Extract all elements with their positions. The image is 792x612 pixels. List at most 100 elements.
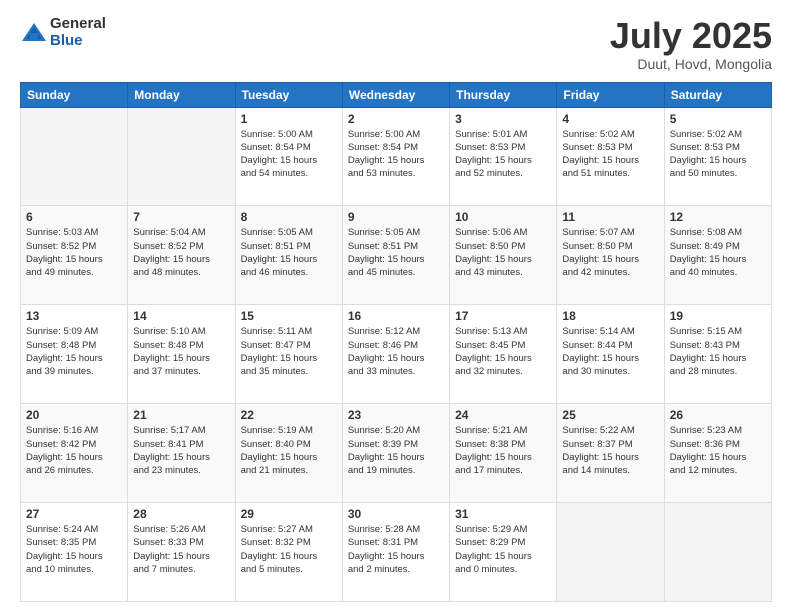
calendar-cell-w4-d3: 23 Sunrise: 5:20 AM Sunset: 8:39 PM Dayli… [342, 404, 449, 503]
calendar-header-row: Sunday Monday Tuesday Wednesday Thursday… [21, 82, 772, 107]
day-info: Sunrise: 5:29 AM Sunset: 8:29 PM Dayligh… [455, 523, 551, 576]
day-number: 2 [348, 112, 444, 126]
calendar-cell-w2-d4: 10 Sunrise: 5:06 AM Sunset: 8:50 PM Dayli… [450, 206, 557, 305]
calendar-cell-w3-d2: 15 Sunrise: 5:11 AM Sunset: 8:47 PM Dayli… [235, 305, 342, 404]
calendar-table: Sunday Monday Tuesday Wednesday Thursday… [20, 82, 772, 602]
day-number: 16 [348, 309, 444, 323]
col-saturday: Saturday [664, 82, 771, 107]
day-info: Sunrise: 5:08 AM Sunset: 8:49 PM Dayligh… [670, 226, 766, 279]
day-info: Sunrise: 5:04 AM Sunset: 8:52 PM Dayligh… [133, 226, 229, 279]
day-number: 20 [26, 408, 122, 422]
calendar-week-5: 27 Sunrise: 5:24 AM Sunset: 8:35 PM Dayli… [21, 503, 772, 602]
day-number: 27 [26, 507, 122, 521]
calendar-cell-w4-d4: 24 Sunrise: 5:21 AM Sunset: 8:38 PM Dayli… [450, 404, 557, 503]
calendar-cell-w3-d4: 17Sunrise: 5:13 AM Sunset: 8:45 PM Dayli… [450, 305, 557, 404]
day-info: Sunrise: 5:15 AM Sunset: 8:43 PM Dayligh… [670, 325, 766, 378]
day-number: 31 [455, 507, 551, 521]
calendar-week-1: 1 Sunrise: 5:00 AM Sunset: 8:54 PM Daylig… [21, 107, 772, 206]
day-number: 21 [133, 408, 229, 422]
day-info: Sunrise: 5:12 AM Sunset: 8:46 PM Dayligh… [348, 325, 444, 378]
day-info: Sunrise: 5:01 AM Sunset: 8:53 PM Dayligh… [455, 128, 551, 181]
day-info: Sunrise: 5:10 AM Sunset: 8:48 PM Dayligh… [133, 325, 229, 378]
day-info: Sunrise: 5:28 AM Sunset: 8:31 PM Dayligh… [348, 523, 444, 576]
day-number: 25 [562, 408, 658, 422]
col-sunday: Sunday [21, 82, 128, 107]
day-info: Sunrise: 5:06 AM Sunset: 8:50 PM Dayligh… [455, 226, 551, 279]
day-info: Sunrise: 5:11 AM Sunset: 8:47 PM Dayligh… [241, 325, 337, 378]
month-year-title: July 2025 [610, 16, 772, 56]
day-info: Sunrise: 5:00 AM Sunset: 8:54 PM Dayligh… [348, 128, 444, 181]
calendar-cell-w4-d1: 21 Sunrise: 5:17 AM Sunset: 8:41 PM Dayli… [128, 404, 235, 503]
day-info: Sunrise: 5:05 AM Sunset: 8:51 PM Dayligh… [241, 226, 337, 279]
day-number: 6 [26, 210, 122, 224]
day-info: Sunrise: 5:24 AM Sunset: 8:35 PM Dayligh… [26, 523, 122, 576]
day-number: 22 [241, 408, 337, 422]
day-info: Sunrise: 5:21 AM Sunset: 8:38 PM Dayligh… [455, 424, 551, 477]
calendar-cell-w5-d2: 29Sunrise: 5:27 AM Sunset: 8:32 PM Dayli… [235, 503, 342, 602]
day-info: Sunrise: 5:17 AM Sunset: 8:41 PM Dayligh… [133, 424, 229, 477]
day-info: Sunrise: 5:03 AM Sunset: 8:52 PM Dayligh… [26, 226, 122, 279]
day-number: 4 [562, 112, 658, 126]
day-number: 3 [455, 112, 551, 126]
calendar-week-2: 6 Sunrise: 5:03 AM Sunset: 8:52 PM Daylig… [21, 206, 772, 305]
day-number: 14 [133, 309, 229, 323]
logo-icon [20, 19, 48, 47]
calendar-cell-w1-d5: 4 Sunrise: 5:02 AM Sunset: 8:53 PM Daylig… [557, 107, 664, 206]
calendar-cell-w4-d2: 22 Sunrise: 5:19 AM Sunset: 8:40 PM Dayli… [235, 404, 342, 503]
logo-general-text: General [50, 16, 106, 33]
calendar-cell-w3-d3: 16 Sunrise: 5:12 AM Sunset: 8:46 PM Dayli… [342, 305, 449, 404]
day-info: Sunrise: 5:19 AM Sunset: 8:40 PM Dayligh… [241, 424, 337, 477]
calendar-cell-w3-d5: 18Sunrise: 5:14 AM Sunset: 8:44 PM Dayli… [557, 305, 664, 404]
logo: General Blue [20, 16, 106, 49]
calendar-cell-w2-d0: 6 Sunrise: 5:03 AM Sunset: 8:52 PM Daylig… [21, 206, 128, 305]
col-wednesday: Wednesday [342, 82, 449, 107]
day-info: Sunrise: 5:16 AM Sunset: 8:42 PM Dayligh… [26, 424, 122, 477]
day-info: Sunrise: 5:02 AM Sunset: 8:53 PM Dayligh… [562, 128, 658, 181]
calendar-cell-w3-d0: 13 Sunrise: 5:09 AM Sunset: 8:48 PM Dayli… [21, 305, 128, 404]
day-number: 1 [241, 112, 337, 126]
logo-text: General Blue [50, 16, 106, 49]
day-info: Sunrise: 5:20 AM Sunset: 8:39 PM Dayligh… [348, 424, 444, 477]
col-monday: Monday [128, 82, 235, 107]
day-number: 23 [348, 408, 444, 422]
calendar-cell-w2-d1: 7 Sunrise: 5:04 AM Sunset: 8:52 PM Daylig… [128, 206, 235, 305]
day-number: 11 [562, 210, 658, 224]
calendar-cell-w1-d2: 1 Sunrise: 5:00 AM Sunset: 8:54 PM Daylig… [235, 107, 342, 206]
calendar-cell-w4-d5: 25 Sunrise: 5:22 AM Sunset: 8:37 PM Dayli… [557, 404, 664, 503]
logo-blue-text: Blue [50, 33, 106, 50]
day-info: Sunrise: 5:26 AM Sunset: 8:33 PM Dayligh… [133, 523, 229, 576]
calendar-cell-w5-d0: 27 Sunrise: 5:24 AM Sunset: 8:35 PM Dayli… [21, 503, 128, 602]
day-number: 13 [26, 309, 122, 323]
calendar-cell-w2-d3: 9Sunrise: 5:05 AM Sunset: 8:51 PM Daylig… [342, 206, 449, 305]
day-number: 29 [241, 507, 337, 521]
day-info: Sunrise: 5:02 AM Sunset: 8:53 PM Dayligh… [670, 128, 766, 181]
day-info: Sunrise: 5:09 AM Sunset: 8:48 PM Dayligh… [26, 325, 122, 378]
day-info: Sunrise: 5:13 AM Sunset: 8:45 PM Dayligh… [455, 325, 551, 378]
calendar-week-3: 13 Sunrise: 5:09 AM Sunset: 8:48 PM Dayli… [21, 305, 772, 404]
calendar-cell-w5-d3: 30Sunrise: 5:28 AM Sunset: 8:31 PM Dayli… [342, 503, 449, 602]
day-number: 15 [241, 309, 337, 323]
day-number: 7 [133, 210, 229, 224]
day-info: Sunrise: 5:07 AM Sunset: 8:50 PM Dayligh… [562, 226, 658, 279]
day-info: Sunrise: 5:22 AM Sunset: 8:37 PM Dayligh… [562, 424, 658, 477]
day-number: 18 [562, 309, 658, 323]
calendar-cell-w5-d1: 28 Sunrise: 5:26 AM Sunset: 8:33 PM Dayli… [128, 503, 235, 602]
header: General Blue July 2025 Duut, Hovd, Mongo… [20, 16, 772, 72]
day-info: Sunrise: 5:05 AM Sunset: 8:51 PM Dayligh… [348, 226, 444, 279]
calendar-cell-w2-d5: 11 Sunrise: 5:07 AM Sunset: 8:50 PM Dayli… [557, 206, 664, 305]
calendar-cell-w2-d2: 8 Sunrise: 5:05 AM Sunset: 8:51 PM Daylig… [235, 206, 342, 305]
day-number: 8 [241, 210, 337, 224]
col-tuesday: Tuesday [235, 82, 342, 107]
calendar-cell-w3-d6: 19Sunrise: 5:15 AM Sunset: 8:43 PM Dayli… [664, 305, 771, 404]
calendar-cell-w1-d3: 2 Sunrise: 5:00 AM Sunset: 8:54 PM Daylig… [342, 107, 449, 206]
day-number: 26 [670, 408, 766, 422]
day-number: 28 [133, 507, 229, 521]
day-info: Sunrise: 5:00 AM Sunset: 8:54 PM Dayligh… [241, 128, 337, 181]
day-number: 12 [670, 210, 766, 224]
calendar-cell-w1-d4: 3 Sunrise: 5:01 AM Sunset: 8:53 PM Daylig… [450, 107, 557, 206]
day-number: 24 [455, 408, 551, 422]
col-friday: Friday [557, 82, 664, 107]
col-thursday: Thursday [450, 82, 557, 107]
day-number: 10 [455, 210, 551, 224]
calendar-cell-w5-d4: 31 Sunrise: 5:29 AM Sunset: 8:29 PM Dayli… [450, 503, 557, 602]
